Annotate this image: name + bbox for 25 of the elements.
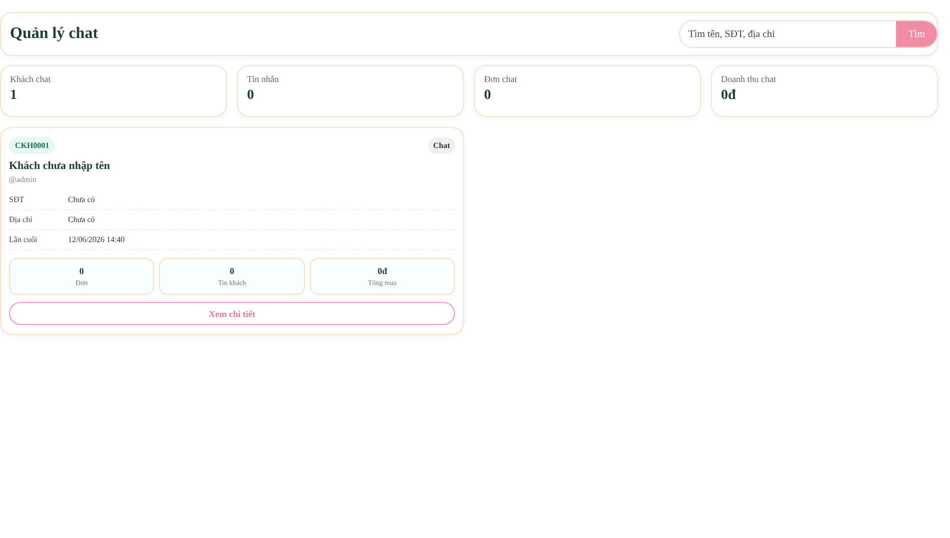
field-label: Lần cuối — [9, 235, 38, 244]
field-value: 12/06/2026 14:40 — [68, 235, 125, 244]
stat-label: Doanh thu chat — [721, 74, 777, 84]
channel-badge: Chat — [428, 137, 455, 154]
customer-code: CKH0001 — [9, 137, 56, 154]
search-field[interactable]: Tìm tên, SĐT, địa chỉ Tìm — [679, 20, 938, 48]
stat-value: 0 — [247, 88, 255, 104]
field-value: Chưa có — [68, 215, 95, 224]
field-label: SĐT — [9, 195, 26, 204]
metric-value: 0 — [230, 266, 234, 276]
details-button[interactable]: Xem chi tiết — [9, 302, 455, 325]
metric-value: 0đ — [378, 266, 388, 276]
metric-value: 0 — [79, 266, 84, 276]
field-value: Chưa có — [68, 195, 95, 204]
stat-label: Khách chat — [10, 74, 52, 84]
search-button[interactable]: Tìm — [896, 21, 937, 47]
stat-value: 1 — [10, 88, 18, 104]
page-title: Quản lý chat — [10, 25, 98, 43]
stat-value: 0đ — [721, 88, 737, 104]
field-label: Địa chỉ — [9, 215, 34, 224]
stat-label: Tin nhắn — [247, 74, 280, 84]
stat-value: 0 — [484, 88, 492, 104]
stat-label: Đơn chat — [484, 74, 518, 84]
customer-name: Khách chưa nhập tên — [9, 160, 112, 172]
customer-username: @admin — [9, 175, 38, 184]
